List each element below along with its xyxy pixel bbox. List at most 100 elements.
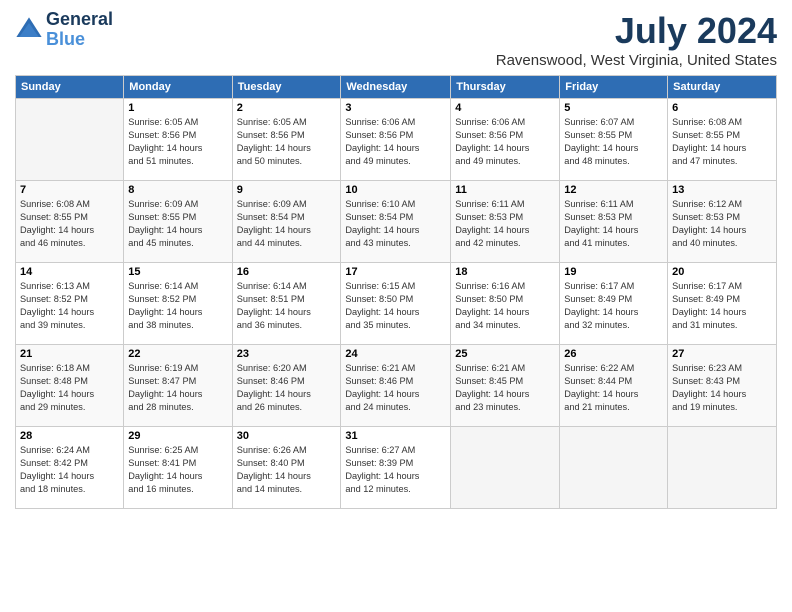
header: General Blue July 2024 Ravenswood, West … [15, 10, 777, 69]
table-row: 30 Sunrise: 6:26 AMSunset: 8:40 PMDayligh… [232, 427, 341, 509]
day-info: Sunrise: 6:12 AMSunset: 8:53 PMDaylight:… [672, 198, 772, 250]
table-row: 21 Sunrise: 6:18 AMSunset: 8:48 PMDayligh… [16, 345, 124, 427]
table-row: 8 Sunrise: 6:09 AMSunset: 8:55 PMDaylight… [124, 181, 232, 263]
table-row: 15 Sunrise: 6:14 AMSunset: 8:52 PMDayligh… [124, 263, 232, 345]
table-row: 11 Sunrise: 6:11 AMSunset: 8:53 PMDayligh… [451, 181, 560, 263]
day-number: 21 [20, 348, 119, 360]
col-sunday: Sunday [16, 76, 124, 99]
page-container: General Blue July 2024 Ravenswood, West … [0, 0, 792, 514]
day-info: Sunrise: 6:18 AMSunset: 8:48 PMDaylight:… [20, 362, 119, 414]
day-number: 17 [345, 266, 446, 278]
day-info: Sunrise: 6:13 AMSunset: 8:52 PMDaylight:… [20, 280, 119, 332]
table-row: 2 Sunrise: 6:05 AMSunset: 8:56 PMDaylight… [232, 99, 341, 181]
day-info: Sunrise: 6:27 AMSunset: 8:39 PMDaylight:… [345, 444, 446, 496]
table-row: 26 Sunrise: 6:22 AMSunset: 8:44 PMDayligh… [560, 345, 668, 427]
logo-line2: Blue [46, 29, 85, 49]
day-number: 8 [128, 184, 227, 196]
table-row: 31 Sunrise: 6:27 AMSunset: 8:39 PMDayligh… [341, 427, 451, 509]
col-thursday: Thursday [451, 76, 560, 99]
logo-line1: General [46, 10, 113, 30]
day-number: 3 [345, 102, 446, 114]
calendar-week-row: 7 Sunrise: 6:08 AMSunset: 8:55 PMDaylight… [16, 181, 777, 263]
table-row: 22Sunrise: 6:19 AMSunset: 8:47 PMDayligh… [124, 345, 232, 427]
calendar-header-row: Sunday Monday Tuesday Wednesday Thursday… [16, 76, 777, 99]
logo: General Blue [15, 10, 113, 50]
day-number: 23 [237, 348, 337, 360]
table-row: 28 Sunrise: 6:24 AMSunset: 8:42 PMDayligh… [16, 427, 124, 509]
col-tuesday: Tuesday [232, 76, 341, 99]
day-number: 4 [455, 102, 555, 114]
day-info: Sunrise: 6:19 AMSunset: 8:47 PMDaylight:… [128, 362, 227, 414]
day-number: 30 [237, 430, 337, 442]
day-info: Sunrise: 6:14 AMSunset: 8:51 PMDaylight:… [237, 280, 337, 332]
table-row: 1 Sunrise: 6:05 AMSunset: 8:56 PMDaylight… [124, 99, 232, 181]
table-row [451, 427, 560, 509]
logo-text: General Blue [46, 10, 113, 50]
day-info: Sunrise: 6:06 AMSunset: 8:56 PMDaylight:… [345, 116, 446, 168]
calendar-week-row: 14 Sunrise: 6:13 AMSunset: 8:52 PMDayligh… [16, 263, 777, 345]
day-number: 26 [564, 348, 663, 360]
calendar-week-row: 21 Sunrise: 6:18 AMSunset: 8:48 PMDayligh… [16, 345, 777, 427]
day-info: Sunrise: 6:08 AMSunset: 8:55 PMDaylight:… [20, 198, 119, 250]
day-number: 7 [20, 184, 119, 196]
day-info: Sunrise: 6:11 AMSunset: 8:53 PMDaylight:… [455, 198, 555, 250]
table-row: 16 Sunrise: 6:14 AMSunset: 8:51 PMDayligh… [232, 263, 341, 345]
day-info: Sunrise: 6:21 AMSunset: 8:46 PMDaylight:… [345, 362, 446, 414]
table-row: 18Sunrise: 6:16 AMSunset: 8:50 PMDayligh… [451, 263, 560, 345]
day-number: 5 [564, 102, 663, 114]
table-row: 3 Sunrise: 6:06 AMSunset: 8:56 PMDaylight… [341, 99, 451, 181]
day-number: 31 [345, 430, 446, 442]
day-number: 15 [128, 266, 227, 278]
table-row: 23 Sunrise: 6:20 AMSunset: 8:46 PMDayligh… [232, 345, 341, 427]
day-number: 28 [20, 430, 119, 442]
table-row: 7 Sunrise: 6:08 AMSunset: 8:55 PMDaylight… [16, 181, 124, 263]
day-number: 24 [345, 348, 446, 360]
day-info: Sunrise: 6:14 AMSunset: 8:52 PMDaylight:… [128, 280, 227, 332]
day-info: Sunrise: 6:21 AMSunset: 8:45 PMDaylight:… [455, 362, 555, 414]
table-row: 12 Sunrise: 6:11 AMSunset: 8:53 PMDayligh… [560, 181, 668, 263]
day-number: 16 [237, 266, 337, 278]
table-row: 24 Sunrise: 6:21 AMSunset: 8:46 PMDayligh… [341, 345, 451, 427]
day-info: Sunrise: 6:22 AMSunset: 8:44 PMDaylight:… [564, 362, 663, 414]
day-number: 6 [672, 102, 772, 114]
table-row: 10Sunrise: 6:10 AMSunset: 8:54 PMDayligh… [341, 181, 451, 263]
table-row: 17 Sunrise: 6:15 AMSunset: 8:50 PMDayligh… [341, 263, 451, 345]
table-row: 29 Sunrise: 6:25 AMSunset: 8:41 PMDayligh… [124, 427, 232, 509]
col-saturday: Saturday [668, 76, 777, 99]
location-title: Ravenswood, West Virginia, United States [496, 52, 777, 69]
day-number: 14 [20, 266, 119, 278]
day-number: 20 [672, 266, 772, 278]
day-info: Sunrise: 6:23 AMSunset: 8:43 PMDaylight:… [672, 362, 772, 414]
day-number: 25 [455, 348, 555, 360]
day-info: Sunrise: 6:10 AMSunset: 8:54 PMDaylight:… [345, 198, 446, 250]
day-number: 27 [672, 348, 772, 360]
table-row: 19Sunrise: 6:17 AMSunset: 8:49 PMDayligh… [560, 263, 668, 345]
table-row: 20Sunrise: 6:17 AMSunset: 8:49 PMDayligh… [668, 263, 777, 345]
day-info: Sunrise: 6:07 AMSunset: 8:55 PMDaylight:… [564, 116, 663, 168]
day-info: Sunrise: 6:26 AMSunset: 8:40 PMDaylight:… [237, 444, 337, 496]
col-wednesday: Wednesday [341, 76, 451, 99]
table-row: 4Sunrise: 6:06 AMSunset: 8:56 PMDaylight… [451, 99, 560, 181]
day-number: 2 [237, 102, 337, 114]
day-number: 12 [564, 184, 663, 196]
day-info: Sunrise: 6:20 AMSunset: 8:46 PMDaylight:… [237, 362, 337, 414]
day-info: Sunrise: 6:15 AMSunset: 8:50 PMDaylight:… [345, 280, 446, 332]
day-info: Sunrise: 6:05 AMSunset: 8:56 PMDaylight:… [128, 116, 227, 168]
day-number: 1 [128, 102, 227, 114]
day-info: Sunrise: 6:09 AMSunset: 8:55 PMDaylight:… [128, 198, 227, 250]
day-info: Sunrise: 6:25 AMSunset: 8:41 PMDaylight:… [128, 444, 227, 496]
table-row: 9Sunrise: 6:09 AMSunset: 8:54 PMDaylight… [232, 181, 341, 263]
table-row: 27 Sunrise: 6:23 AMSunset: 8:43 PMDayligh… [668, 345, 777, 427]
day-info: Sunrise: 6:08 AMSunset: 8:55 PMDaylight:… [672, 116, 772, 168]
day-info: Sunrise: 6:17 AMSunset: 8:49 PMDaylight:… [564, 280, 663, 332]
day-number: 18 [455, 266, 555, 278]
day-info: Sunrise: 6:05 AMSunset: 8:56 PMDaylight:… [237, 116, 337, 168]
calendar-table: Sunday Monday Tuesday Wednesday Thursday… [15, 75, 777, 509]
day-info: Sunrise: 6:24 AMSunset: 8:42 PMDaylight:… [20, 444, 119, 496]
table-row [668, 427, 777, 509]
month-title: July 2024 [496, 10, 777, 52]
day-number: 11 [455, 184, 555, 196]
day-number: 29 [128, 430, 227, 442]
col-monday: Monday [124, 76, 232, 99]
day-info: Sunrise: 6:11 AMSunset: 8:53 PMDaylight:… [564, 198, 663, 250]
